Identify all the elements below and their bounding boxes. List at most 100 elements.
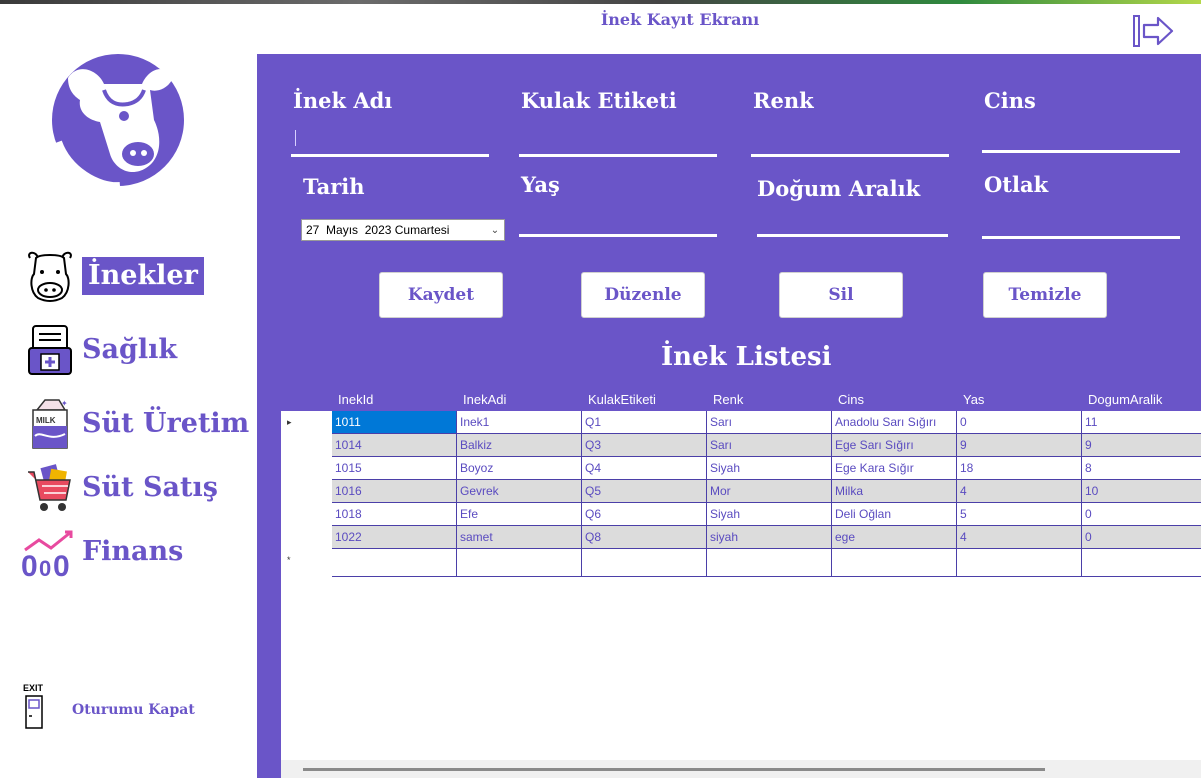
yas-input[interactable] (521, 210, 717, 232)
table-cell[interactable]: 18 (957, 457, 1082, 480)
table-cell[interactable]: 1015 (332, 457, 457, 480)
column-header[interactable]: Renk (707, 388, 832, 411)
row-header[interactable] (281, 526, 332, 549)
sidebar-item-label: Süt Üretim (82, 408, 250, 439)
row-header[interactable] (281, 434, 332, 457)
table-cell[interactable]: 8 (1082, 457, 1201, 480)
table-row[interactable]: 1016 Gevrek Q5 Mor Milka 4 10 (281, 480, 1201, 503)
table-cell[interactable]: Balkiz (457, 434, 582, 457)
row-header[interactable]: ▸ (281, 411, 332, 434)
table-cell[interactable]: 4 (957, 526, 1082, 549)
table-cell[interactable]: Q4 (582, 457, 707, 480)
table-cell[interactable]: Boyoz (457, 457, 582, 480)
column-header[interactable]: Yas (957, 388, 1082, 411)
table-cell[interactable]: 5 (957, 503, 1082, 526)
table-cell[interactable]: samet (457, 526, 582, 549)
table-cell[interactable]: 0 (1082, 526, 1201, 549)
table-cell[interactable]: Deli Oğlan (832, 503, 957, 526)
inek-adi-input[interactable] (293, 128, 489, 150)
cins-input[interactable] (984, 126, 1180, 148)
table-cell[interactable]: 9 (1082, 434, 1201, 457)
sidebar-item-label: Finans (82, 536, 184, 567)
table-cell[interactable]: 11 (1082, 411, 1201, 434)
table-cell[interactable]: Q3 (582, 434, 707, 457)
sidebar-item-sut-uretim[interactable]: MILK ✦ Süt Üretim (18, 396, 249, 452)
table-cell[interactable]: Ege Kara Sığır (832, 457, 957, 480)
row-header[interactable] (281, 480, 332, 503)
scrollbar-thumb[interactable] (303, 768, 1045, 771)
sidebar-item-saglik[interactable]: Sağlık (18, 322, 177, 378)
exit-arrow-icon[interactable] (1130, 12, 1176, 50)
logout-button[interactable]: EXIT Oturumu Kapat (22, 682, 195, 730)
column-header[interactable]: Cins (832, 388, 957, 411)
new-table-row[interactable]: * (281, 549, 1201, 577)
table-row[interactable]: 1022 samet Q8 siyah ege 4 0 (281, 526, 1201, 549)
cow-data-grid[interactable]: InekId InekAdi KulakEtiketi Renk Cins Yas Dogu… (281, 388, 1201, 778)
table-cell[interactable]: 1018 (332, 503, 457, 526)
sidebar-item-sut-satis[interactable]: Süt Satış (18, 460, 218, 516)
clear-button[interactable]: Temizle (983, 272, 1107, 318)
table-cell-empty[interactable] (957, 549, 1082, 577)
table-cell[interactable]: Gevrek (457, 480, 582, 503)
table-cell-empty[interactable] (1082, 549, 1201, 577)
table-cell[interactable]: Anadolu Sarı Sığırı (832, 411, 957, 434)
column-header[interactable]: InekAdi (457, 388, 582, 411)
table-cell[interactable]: Sarı (707, 434, 832, 457)
renk-input[interactable] (753, 128, 949, 150)
row-header[interactable] (281, 503, 332, 526)
table-cell[interactable]: Inek1 (457, 411, 582, 434)
table-cell[interactable]: Q5 (582, 480, 707, 503)
label-tarih: Tarih (303, 174, 365, 199)
table-cell[interactable]: 1016 (332, 480, 457, 503)
table-cell-empty[interactable] (832, 549, 957, 577)
sidebar-item-finans[interactable]: 0 0 0 Finans (18, 524, 183, 580)
otlak-underline (982, 236, 1180, 239)
dogum-aralik-input[interactable] (757, 210, 947, 232)
grid-header: InekId InekAdi KulakEtiketi Renk Cins Yas Dogu… (281, 388, 1201, 411)
table-row[interactable]: 1015 Boyoz Q4 Siyah Ege Kara Sığır 18 8 (281, 457, 1201, 480)
column-header[interactable]: KulakEtiketi (582, 388, 707, 411)
table-cell[interactable]: Q8 (582, 526, 707, 549)
delete-button[interactable]: Sil (779, 272, 903, 318)
table-cell[interactable]: 1022 (332, 526, 457, 549)
horizontal-scrollbar[interactable] (281, 760, 1201, 778)
otlak-input[interactable] (984, 210, 1180, 232)
kulak-etiketi-underline (519, 154, 717, 157)
table-cell[interactable]: 1011 (332, 411, 457, 434)
chevron-down-icon[interactable]: ⌄ (486, 225, 504, 236)
table-cell[interactable]: Efe (457, 503, 582, 526)
row-header[interactable] (281, 457, 332, 480)
table-cell[interactable]: Milka (832, 480, 957, 503)
column-header[interactable]: DogumAralik (1082, 388, 1201, 411)
table-cell[interactable]: siyah (707, 526, 832, 549)
date-picker[interactable]: 27 Mayıs 2023 Cumartesi ⌄ (301, 219, 505, 241)
edit-button[interactable]: Düzenle (581, 272, 705, 318)
table-cell[interactable]: Q6 (582, 503, 707, 526)
date-year: 2023 (364, 223, 392, 237)
table-cell-empty[interactable] (332, 549, 457, 577)
kulak-etiketi-input[interactable] (521, 128, 717, 150)
table-cell[interactable]: 9 (957, 434, 1082, 457)
table-cell[interactable]: 0 (1082, 503, 1201, 526)
table-cell[interactable]: ege (832, 526, 957, 549)
table-cell-empty[interactable] (582, 549, 707, 577)
column-header[interactable]: InekId (332, 388, 457, 411)
table-row[interactable]: 1018 Efe Q6 Siyah Deli Oğlan 5 0 (281, 503, 1201, 526)
table-row[interactable]: 1014 Balkiz Q3 Sarı Ege Sarı Sığırı 9 9 (281, 434, 1201, 457)
table-cell[interactable]: Siyah (707, 457, 832, 480)
table-cell[interactable]: 1014 (332, 434, 457, 457)
table-cell[interactable]: 10 (1082, 480, 1201, 503)
table-cell[interactable]: Sarı (707, 411, 832, 434)
sidebar-item-inekler[interactable]: İnekler (18, 248, 204, 304)
table-cell[interactable]: Q1 (582, 411, 707, 434)
table-cell[interactable]: 0 (957, 411, 1082, 434)
table-cell[interactable]: Ege Sarı Sığırı (832, 434, 957, 457)
table-cell[interactable]: Siyah (707, 503, 832, 526)
table-row[interactable]: ▸ 1011 Inek1 Q1 Sarı Anadolu Sarı Sığırı 0 11 (281, 411, 1201, 434)
table-cell[interactable]: 4 (957, 480, 1082, 503)
table-cell-empty[interactable] (707, 549, 832, 577)
save-button[interactable]: Kaydet (379, 272, 503, 318)
table-cell-empty[interactable] (457, 549, 582, 577)
medical-document-icon (18, 322, 82, 378)
table-cell[interactable]: Mor (707, 480, 832, 503)
